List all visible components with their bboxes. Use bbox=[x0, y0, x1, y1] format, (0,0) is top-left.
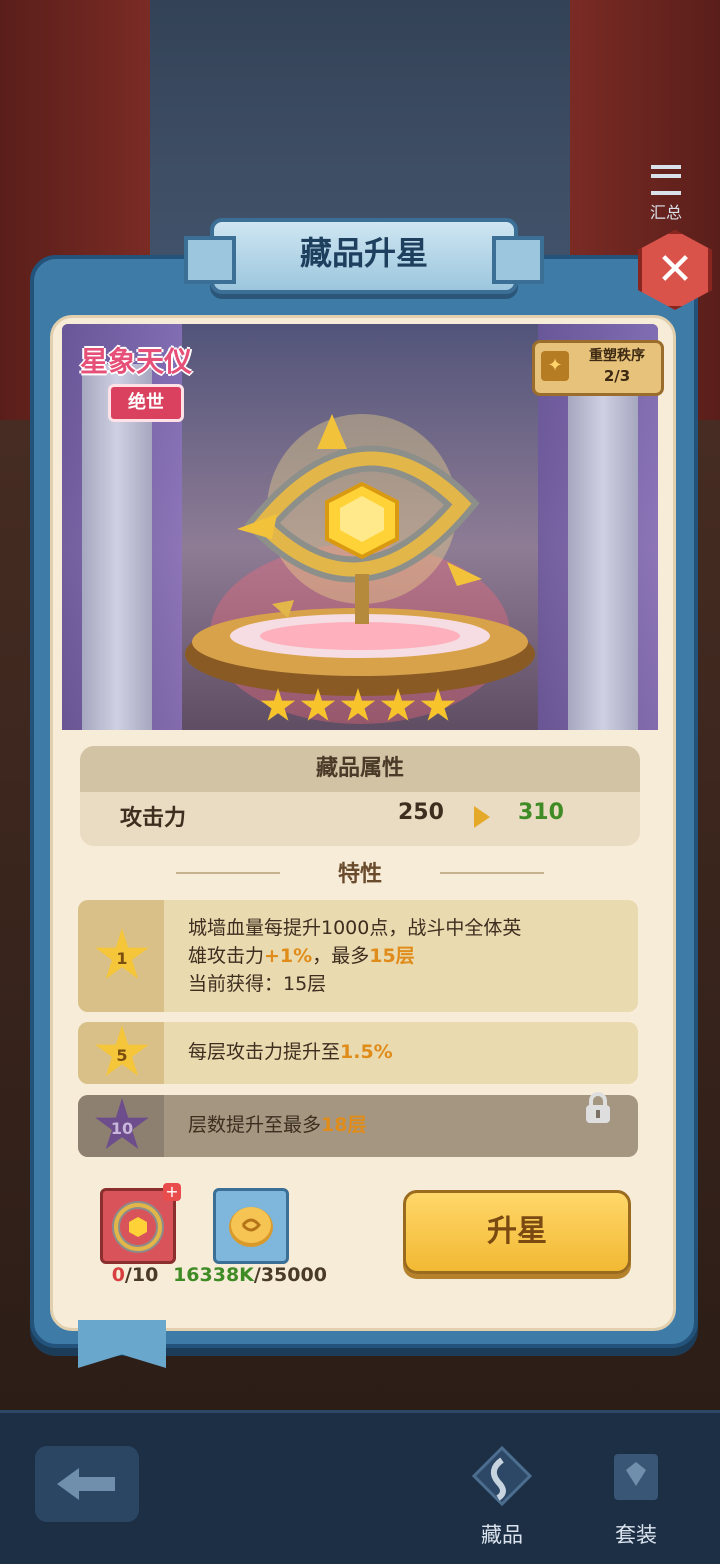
attribute-header: 藏品属性 bbox=[80, 746, 640, 792]
tab-collection-label: 藏品 bbox=[481, 1523, 523, 1547]
coin-icon bbox=[229, 1207, 273, 1247]
attribute-name: 攻击力 bbox=[120, 806, 187, 831]
tab-collection[interactable]: 藏品 bbox=[452, 1440, 552, 1550]
divider bbox=[176, 872, 280, 874]
reshape-label: 重塑秩序 bbox=[589, 348, 645, 364]
tab-set-label: 套装 bbox=[615, 1523, 657, 1547]
coin-slot[interactable] bbox=[213, 1188, 289, 1264]
summary-label: 汇总 bbox=[649, 203, 682, 222]
trait-description: 层数提升至最多18层 bbox=[188, 1114, 367, 1136]
reshape-badge[interactable]: ✦ 重塑秩序 2/3 bbox=[532, 340, 664, 396]
trait-description: 每层攻击力提升至1.5% bbox=[188, 1041, 393, 1063]
trait-row: 1 城墙血量每提升1000点，战斗中全体英 雄攻击力+1%，最多15层 当前获得… bbox=[78, 900, 638, 1012]
star-rating bbox=[260, 688, 460, 728]
reshape-value: 2/3 bbox=[603, 367, 631, 385]
book-icon bbox=[614, 1454, 658, 1500]
star-icon bbox=[380, 688, 416, 721]
summary-button[interactable]: 汇总 bbox=[640, 165, 692, 225]
star-icon bbox=[300, 688, 336, 721]
star-icon bbox=[420, 688, 456, 721]
star-icon bbox=[260, 688, 296, 721]
trait-description: 城墙血量每提升1000点，战斗中全体英 雄攻击力+1%，最多15层 当前获得：1… bbox=[188, 917, 522, 995]
list-icon bbox=[651, 165, 681, 195]
attribute-next-value: 310 bbox=[518, 800, 564, 825]
collection-icon bbox=[471, 1445, 533, 1507]
upgrade-star-button[interactable]: 升星 bbox=[403, 1190, 631, 1274]
page-title: 藏品升星 bbox=[299, 234, 428, 272]
trait-row: 5 每层攻击力提升至1.5% bbox=[78, 1022, 638, 1084]
material-slot[interactable]: + bbox=[100, 1183, 181, 1264]
star-icon bbox=[340, 688, 376, 721]
lock-icon bbox=[586, 1092, 610, 1123]
back-button[interactable] bbox=[35, 1446, 139, 1522]
close-icon: ✕ bbox=[656, 244, 694, 295]
divider bbox=[440, 872, 544, 874]
arrow-left-icon bbox=[57, 1468, 115, 1500]
book-icon: ✦ bbox=[541, 351, 569, 381]
tab-set[interactable]: 套装 bbox=[586, 1440, 686, 1550]
traits-title: 特性 bbox=[337, 862, 382, 887]
trait-row-locked: 10 层数提升至最多18层 bbox=[78, 1092, 638, 1157]
item-name: 星象天仪 bbox=[80, 345, 193, 378]
item-material-icon bbox=[112, 1201, 164, 1253]
rarity-badge: 绝世 bbox=[108, 384, 184, 422]
add-icon[interactable]: + bbox=[163, 1183, 181, 1201]
coin-count: 16338K/35000 bbox=[173, 1264, 327, 1286]
attribute-current-value: 250 bbox=[398, 800, 444, 825]
arrow-right-icon bbox=[474, 806, 490, 828]
